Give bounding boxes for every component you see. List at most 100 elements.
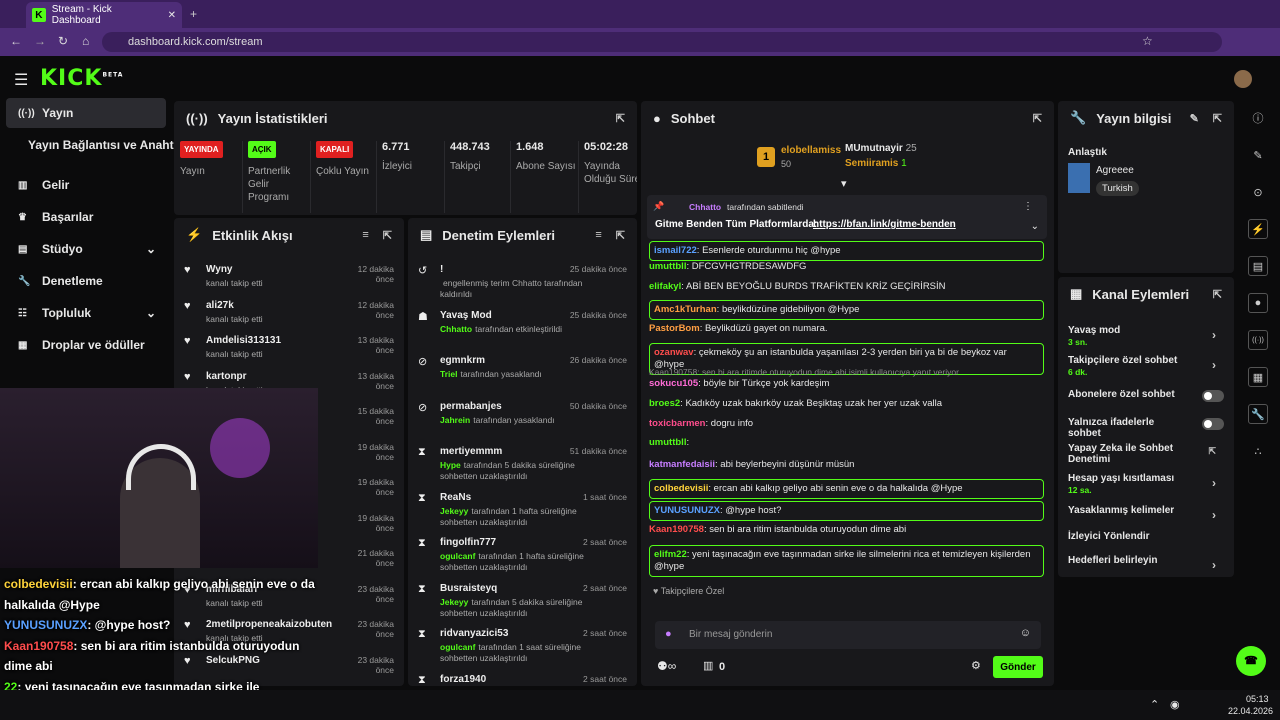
channel-action[interactable]: Hesap yaşı kısıtlaması 12 sa. › <box>1068 473 1224 495</box>
sidebar-item-4[interactable]: ▤ Stüdyo ⌄ <box>6 234 166 264</box>
menu-icon[interactable]: ☰ <box>14 70 28 90</box>
sidebar-item-3[interactable]: ♛ Başarılar <box>6 202 166 232</box>
store-icon[interactable]: ▥ <box>703 659 713 672</box>
chat-message[interactable]: elifm22: yeni taşınacağın eve taşınmadan… <box>649 545 1044 577</box>
edit-icon[interactable]: ✎ <box>1190 112 1199 125</box>
channel-action[interactable]: Yapay Zeka ile Sohbet Denetimi ⇱ <box>1068 443 1224 465</box>
microphone-tray-icon[interactable]: ◉ <box>1170 698 1180 711</box>
channel-action[interactable]: Abonelere özel sohbet <box>1068 389 1224 402</box>
clipboard-icon[interactable]: ▤ <box>1248 256 1268 276</box>
channel-action[interactable]: Yavaş mod 3 sn. › <box>1068 325 1224 347</box>
pinned-message[interactable]: 📌 Chhatto tarafından sabitlendi Gitme Be… <box>647 195 1047 239</box>
sidebar-item-6[interactable]: ☷ Topluluk ⌄ <box>6 298 166 328</box>
pinned-link[interactable]: https://bfan.link/gitme-benden <box>813 219 956 230</box>
channel-action[interactable]: Yalnızca ifadelerle sohbet <box>1068 417 1224 439</box>
close-tab-icon[interactable]: ✕ <box>168 10 176 21</box>
chat-username[interactable]: Kaan190758 <box>649 524 704 535</box>
chat-message[interactable]: umuttbll: DFCGVHGTRDESAWDFG <box>649 261 1044 273</box>
language-tag[interactable]: Turkish <box>1096 181 1139 196</box>
chevron-down-icon[interactable]: ⌄ <box>146 306 156 320</box>
chevron-down-icon[interactable]: ▾ <box>841 177 847 190</box>
chat-message[interactable]: sokucu105: böyle bir Türkçe yok kardeşim <box>649 378 1044 390</box>
chat-message[interactable]: colbedevisii: ercan abi kalkıp geliyo ab… <box>649 479 1044 499</box>
home-icon[interactable]: ⌂ <box>82 34 89 48</box>
back-icon[interactable]: ← <box>10 34 22 48</box>
share-icon[interactable]: ∴ <box>1248 441 1268 461</box>
chat-username[interactable]: umuttbll <box>649 437 686 448</box>
chat-message[interactable]: Amc1kTurhan: beylikdüzüne gidebiliyon @H… <box>649 300 1044 320</box>
chevron-right-icon[interactable]: › <box>1212 558 1216 572</box>
chat-username[interactable]: umuttbll <box>649 261 686 272</box>
filter-icon[interactable]: ≡ <box>595 229 601 242</box>
infinity-icon[interactable]: ⚉∞ <box>657 659 676 673</box>
bolt-icon[interactable]: ⚡ <box>1248 219 1268 239</box>
forward-icon[interactable]: → <box>34 34 46 48</box>
chat-username[interactable]: PastorBom <box>649 323 700 334</box>
emoji-icon[interactable]: ☺ <box>1020 627 1031 639</box>
chat-message[interactable]: YUNUSUNUZX: @hype host? <box>649 501 1044 521</box>
chevron-right-icon[interactable]: › <box>1212 508 1216 522</box>
sidebar-item-7[interactable]: ▦ Droplar ve ödüller <box>6 330 166 360</box>
toggle-switch[interactable] <box>1202 390 1224 402</box>
external-link-icon[interactable]: ⇱ <box>1208 446 1216 457</box>
chat-message[interactable]: katmanfedaisii: abi beylerbeyini düşünür… <box>649 459 1044 471</box>
chevron-down-icon[interactable]: ⌄ <box>1031 221 1039 232</box>
wifi-icon[interactable]: ⌃ <box>1150 698 1159 711</box>
browser-tab[interactable]: K Stream - Kick Dashboard ✕ <box>26 2 182 28</box>
broadcast-icon[interactable]: ((·)) <box>1248 330 1268 350</box>
chevron-right-icon[interactable]: › <box>1212 328 1216 342</box>
chat-message[interactable]: elifakyl: ABİ BEN BEYOĞLU BURDS TRAFİKTE… <box>649 281 1044 293</box>
toggle-switch[interactable] <box>1202 418 1224 430</box>
chevron-down-icon[interactable]: ⌄ <box>146 242 156 256</box>
channel-action[interactable]: Takipçilere özel sohbet 6 dk. › <box>1068 355 1224 377</box>
edit-icon[interactable]: ✎ <box>1248 145 1268 165</box>
chat-message[interactable]: Kaan190758: sen bi ara ritimde oturuyodu… <box>649 366 1044 378</box>
wrench-icon[interactable]: 🔧 <box>1248 404 1268 424</box>
info-icon[interactable]: ⓘ <box>1248 108 1268 128</box>
chat-username[interactable]: ismail722 <box>654 245 697 256</box>
actions-icon[interactable]: ▦ <box>1248 367 1268 387</box>
more-icon[interactable]: ⋮ <box>1023 201 1033 212</box>
chat-username[interactable]: toxicbarmen <box>649 418 706 429</box>
chat-message[interactable]: broes2: Kadıköy uzak bakırköy uzak Beşik… <box>649 398 1044 410</box>
chat-username[interactable]: elifm22 <box>654 549 687 560</box>
address-bar[interactable]: dashboard.kick.com/stream <box>102 32 1222 52</box>
chat-message[interactable]: Kaan190758: sen bi ara ritim istanbulda … <box>649 524 1044 536</box>
settings-icon[interactable]: ⚙ <box>971 659 981 672</box>
chat-message[interactable]: umuttbll: <box>649 437 1044 449</box>
sidebar-item-0[interactable]: ((·)) Yayın <box>6 98 166 128</box>
chat-username[interactable]: YUNUSUNUZX <box>654 505 720 516</box>
chat-username[interactable]: elifakyl <box>649 281 681 292</box>
sidebar-item-2[interactable]: ▥ Gelir <box>6 170 166 200</box>
filter-icon[interactable]: ≡ <box>362 229 368 242</box>
chat-username[interactable]: Amc1kTurhan <box>654 304 717 315</box>
sidebar-item-5[interactable]: 🔧 Denetleme <box>6 266 166 296</box>
chat-username[interactable]: katmanfedaisii <box>649 459 715 470</box>
chevron-right-icon[interactable]: › <box>1212 358 1216 372</box>
channel-action[interactable]: İzleyici Yönlendir <box>1068 531 1224 542</box>
popout-icon[interactable]: ⇱ <box>1033 112 1042 125</box>
reload-icon[interactable]: ↻ <box>58 34 68 48</box>
chat-username[interactable]: colbedevisii <box>654 483 708 494</box>
popout-icon[interactable]: ⇱ <box>616 229 625 242</box>
popout-icon[interactable]: ⇱ <box>1213 288 1222 301</box>
chat-message[interactable]: ismail722: Esenlerde oturdunmu hiç @hype <box>649 241 1044 261</box>
target-icon[interactable]: ⊙ <box>1248 182 1268 202</box>
chat-username[interactable]: sokucu105 <box>649 378 698 389</box>
new-tab-icon[interactable]: + <box>190 7 197 21</box>
chat-username[interactable]: broes2 <box>649 398 680 409</box>
microphone-icon[interactable]: ● <box>665 628 672 640</box>
channel-action[interactable]: Yasaklanmış kelimeler › <box>1068 505 1224 522</box>
avatar[interactable] <box>1234 70 1252 88</box>
popout-icon[interactable]: ⇱ <box>1213 112 1222 125</box>
chevron-right-icon[interactable]: › <box>1212 476 1216 490</box>
popout-icon[interactable]: ⇱ <box>616 112 625 125</box>
support-button[interactable]: ☎ <box>1236 646 1266 676</box>
bookmark-star-icon[interactable]: ☆ <box>1142 34 1153 48</box>
popout-icon[interactable]: ⇱ <box>383 229 392 242</box>
chat-bubble-icon[interactable]: ● <box>1248 293 1268 313</box>
channel-action[interactable]: Hedefleri belirleyin › <box>1068 555 1224 572</box>
chat-message[interactable]: toxicbarmen: dogru info <box>649 418 1044 430</box>
send-button[interactable]: Gönder <box>993 656 1043 678</box>
sidebar-item-1[interactable]: Yayın Bağlantısı ve Anahtarı <box>6 130 188 160</box>
